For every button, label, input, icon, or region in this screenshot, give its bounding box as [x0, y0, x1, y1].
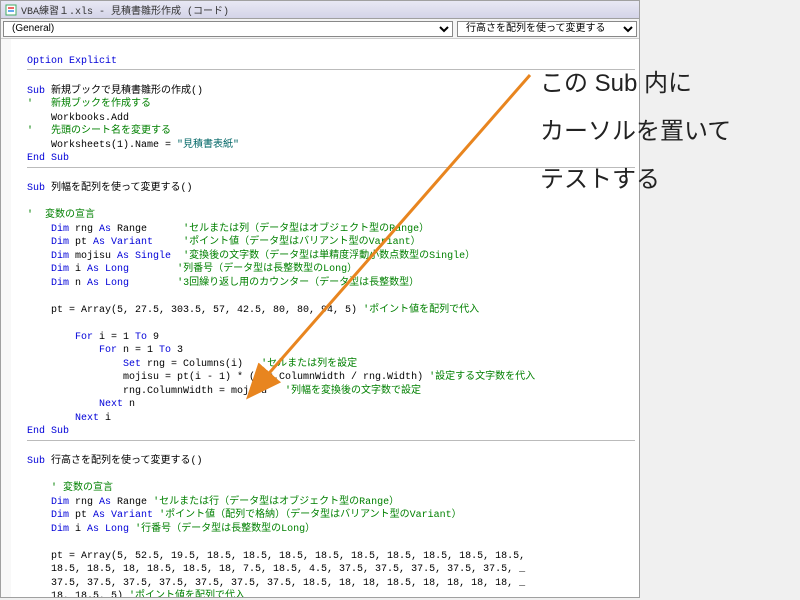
code-token: As Variant [93, 510, 153, 521]
code-token: Dim [27, 278, 69, 289]
code-token: Sub [27, 183, 51, 194]
code-token: pt = Array(5, 52.5, 19.5, 18.5, 18.5, 18… [27, 551, 525, 562]
code-token: 9 [147, 332, 159, 343]
code-token: 37.5, 37.5, 37.5, 37.5, 37.5, 37.5, 37.5… [27, 578, 525, 589]
code-token: As Long [87, 264, 129, 275]
code-token: pt [69, 237, 93, 248]
code-token: i [69, 264, 87, 275]
code-token: Dim [27, 510, 69, 521]
code-token: Dim [27, 237, 69, 248]
titlebar[interactable]: VBA練習１.xls - 見積書雛形作成 (コード) [1, 1, 639, 19]
code-token: For [27, 345, 117, 356]
comment: ' 新規ブックを作成する [27, 99, 151, 110]
code-token: pt [69, 510, 93, 521]
code-token: 18.5, 18.5, 18, 18.5, 18.5, 18, 7.5, 18.… [27, 564, 525, 575]
code-token: Dim [27, 524, 69, 535]
comment: 'セルまたは列（データ型はオブジェクト型のRange） [183, 224, 429, 235]
comment: 'ポイント値を配列で代入 [129, 591, 245, 597]
code-token: n = 1 [117, 345, 159, 356]
code-token [129, 264, 177, 275]
code-token: () [181, 183, 193, 194]
code-token: Set [27, 359, 141, 370]
code-token: As Variant [93, 237, 153, 248]
code-token: Option Explicit [27, 56, 117, 67]
proc-separator [27, 440, 635, 441]
comment: '列幅を変換後の文字数で設定 [285, 386, 421, 397]
code-token: 18, 18.5, 5) [27, 591, 129, 597]
code-token: Dim [27, 251, 69, 262]
comment: 'セルまたは列を設定 [261, 359, 357, 370]
code-token: Add [111, 113, 129, 124]
comment: 'ポイント値（配列で格納）（データ型はバリアント型のVariant） [159, 510, 462, 521]
code-token: Workbooks. [27, 113, 111, 124]
code-token: Dim [27, 264, 69, 275]
code-token: To [135, 332, 147, 343]
code-token: n [123, 399, 135, 410]
code-token: To [159, 345, 171, 356]
module-icon [5, 4, 17, 16]
code-token: End Sub [27, 426, 69, 437]
code-token [153, 237, 183, 248]
code-token: rng = Columns(i) [141, 359, 261, 370]
comment: 'ポイント値（データ型はバリアント型のVariant） [183, 237, 421, 248]
code-token: Worksheets(1).Name = [27, 140, 177, 151]
comment: ' 変数の宣言 [27, 210, 95, 221]
object-proc-toolbar: (General) 行高さを配列を使って変更する [1, 19, 639, 39]
code-token: As Single [117, 251, 171, 262]
code-token: As [99, 224, 111, 235]
code-token: As Long [87, 524, 129, 535]
vbe-code-window: VBA練習１.xls - 見積書雛形作成 (コード) (General) 行高さ… [0, 0, 640, 598]
window-title: VBA練習１.xls - 見積書雛形作成 (コード) [21, 2, 229, 18]
sub-name: 行高さを配列を使って変更する [51, 456, 191, 467]
proc-separator [27, 167, 635, 168]
comment: '行番号（データ型は長整数型のLong） [135, 524, 315, 535]
code-token [171, 251, 183, 262]
code-token: mojisu = pt(i - 1) * (rng.ColumnWidth / … [27, 372, 429, 383]
proc-separator [27, 69, 635, 70]
code-token: i [99, 413, 111, 424]
procedure-combo[interactable]: 行高さを配列を使って変更する [457, 21, 637, 37]
comment: 'セルまたは行（データ型はオブジェクト型のRange） [153, 497, 399, 508]
code-token: Range [111, 497, 153, 508]
comment: '変換後の文字数（データ型は単精度浮動小数点数型のSingle） [183, 251, 475, 262]
code-token: mojisu [69, 251, 117, 262]
string-literal: "見積書表紙" [177, 140, 239, 151]
code-token: () [191, 86, 203, 97]
code-token: rng.ColumnWidth = mojisu [27, 386, 285, 397]
comment: '設定する文字数を代入 [429, 372, 535, 383]
comment: ' 変数の宣言 [27, 483, 113, 494]
code-token: n [69, 278, 87, 289]
code-token: As Long [87, 278, 129, 289]
sub-name: 列幅を配列を使って変更する [51, 183, 181, 194]
code-token: For [27, 332, 93, 343]
code-pane[interactable]: Option Explicit Sub 新規ブックで見積書雛形の作成() ' 新… [1, 39, 639, 597]
code-token: Sub [27, 86, 51, 97]
sub-name: 新規ブックで見積書雛形の作成 [51, 86, 191, 97]
code-token: Dim [27, 224, 69, 235]
comment: '列番号（データ型は長整数型のLong） [177, 264, 357, 275]
code-token: rng [69, 224, 99, 235]
code-token: Next [27, 399, 123, 410]
code-token [129, 278, 177, 289]
code-token: Range [111, 224, 183, 235]
code-token: Dim [27, 497, 69, 508]
code-token: End Sub [27, 153, 69, 164]
code-token: pt = Array(5, 27.5, 303.5, 57, 42.5, 80,… [27, 305, 363, 316]
code-token: As [99, 497, 111, 508]
code-token: Sub [27, 456, 51, 467]
code-token: () [191, 456, 203, 467]
code-token: i [69, 524, 87, 535]
code-token: Next [27, 413, 99, 424]
code-token: i = 1 [93, 332, 135, 343]
code-token: 3 [171, 345, 183, 356]
comment: '3回繰り返し用のカウンター（データ型は長整数型） [177, 278, 419, 289]
comment: 'ポイント値を配列で代入 [363, 305, 479, 316]
code-token: rng [69, 497, 99, 508]
comment: ' 先頭のシート名を変更する [27, 126, 171, 137]
object-combo[interactable]: (General) [3, 21, 453, 37]
